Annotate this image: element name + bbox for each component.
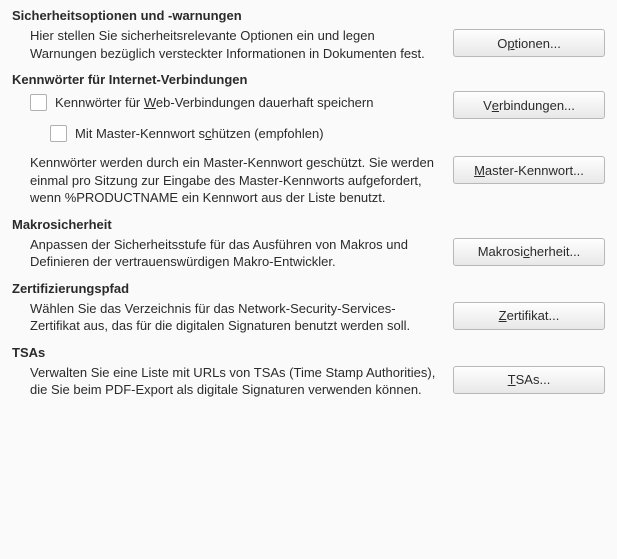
- master-password-button[interactable]: Master-Kennwort...: [453, 156, 605, 184]
- desc-master-password: Kennwörter werden durch ein Master-Kennw…: [12, 154, 443, 207]
- desc-macro-security: Anpassen der Sicherheitsstufe für das Au…: [12, 236, 443, 271]
- macro-security-button[interactable]: Makrosicherheit...: [453, 238, 605, 266]
- section-security-options: Sicherheitsoptionen und -warnungen Hier …: [12, 8, 605, 62]
- section-passwords: Kennwörter für Internet-Verbindungen Ken…: [12, 72, 605, 207]
- heading-security-options: Sicherheitsoptionen und -warnungen: [12, 8, 605, 23]
- checkbox-icon: [50, 125, 67, 142]
- heading-passwords: Kennwörter für Internet-Verbindungen: [12, 72, 605, 87]
- heading-cert-path: Zertifizierungspfad: [12, 281, 605, 296]
- certificate-button[interactable]: Zertifikat...: [453, 302, 605, 330]
- options-button[interactable]: Optionen...: [453, 29, 605, 57]
- desc-cert-path: Wählen Sie das Verzeichnis für das Netwo…: [12, 300, 443, 335]
- section-tsas: TSAs Verwalten Sie eine Liste mit URLs v…: [12, 345, 605, 399]
- heading-tsas: TSAs: [12, 345, 605, 360]
- checkbox-icon: [30, 94, 47, 111]
- checkbox-save-web-passwords[interactable]: Kennwörter für Web-Verbindungen dauerhaf…: [12, 91, 443, 113]
- heading-macro-security: Makrosicherheit: [12, 217, 605, 232]
- desc-tsas: Verwalten Sie eine Liste mit URLs von TS…: [12, 364, 443, 399]
- section-macro-security: Makrosicherheit Anpassen der Sicherheits…: [12, 217, 605, 271]
- desc-security-options: Hier stellen Sie sicherheitsrelevante Op…: [12, 27, 443, 62]
- checkbox-label: Mit Master-Kennwort schützen (empfohlen): [75, 126, 324, 141]
- checkbox-label: Kennwörter für Web-Verbindungen dauerhaf…: [55, 95, 373, 110]
- connections-button[interactable]: Verbindungen...: [453, 91, 605, 119]
- checkbox-master-password[interactable]: Mit Master-Kennwort schützen (empfohlen): [12, 125, 443, 142]
- tsas-button[interactable]: TSAs...: [453, 366, 605, 394]
- section-cert-path: Zertifizierungspfad Wählen Sie das Verze…: [12, 281, 605, 335]
